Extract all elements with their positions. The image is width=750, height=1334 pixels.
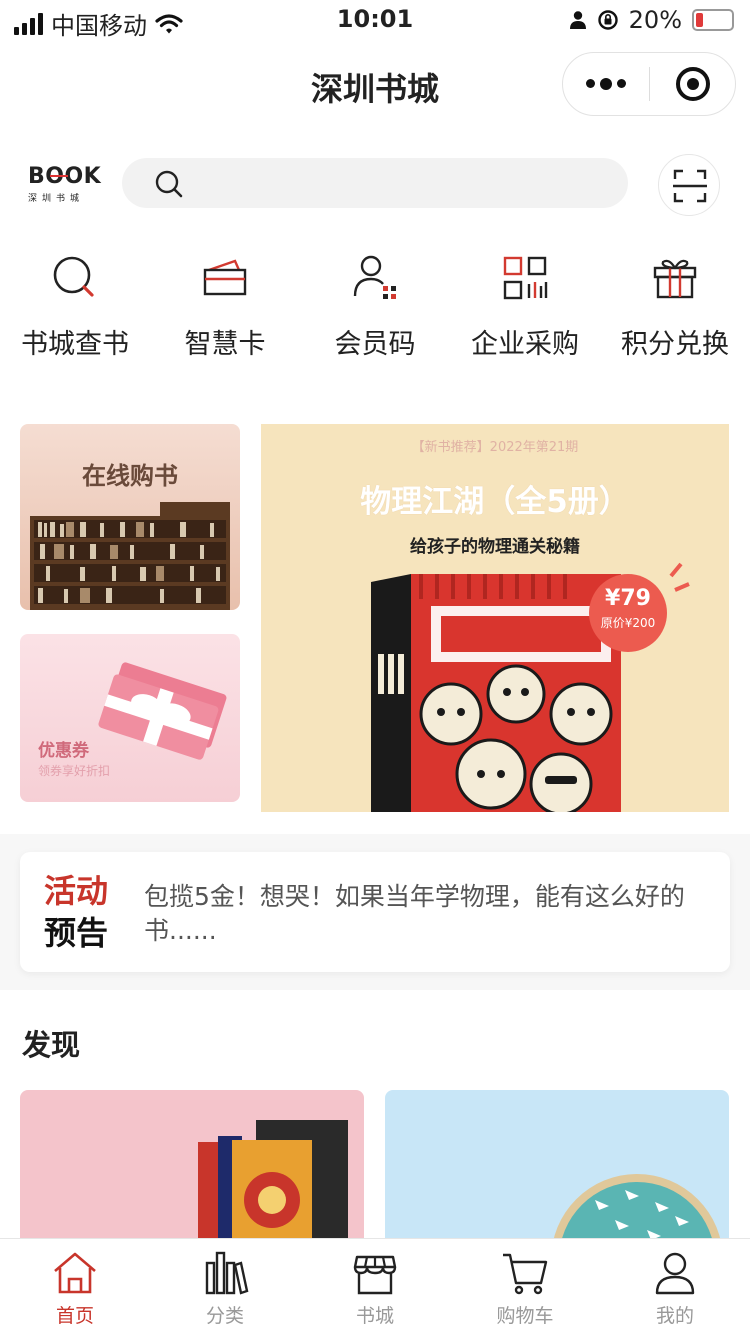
tab-home[interactable]: 首页 [0, 1239, 150, 1334]
quick-nav-enterprise-purchase[interactable]: 企业采购 [450, 236, 600, 394]
store-icon [353, 1255, 397, 1295]
book-set-image [198, 1120, 348, 1250]
search-row: BOOK 深圳书城 [0, 128, 750, 236]
discover-card[interactable] [20, 1090, 364, 1250]
sale-price: ¥79 [605, 586, 651, 611]
book-banner[interactable]: 【新书推荐】2022年第21期 物理江湖（全5册） 给孩子的物理通关秘籍 ¥79… [261, 424, 729, 812]
person-icon [569, 11, 586, 29]
enterprise-purchase-icon [503, 256, 548, 300]
gift-icon [653, 259, 697, 299]
card-icon [203, 259, 247, 296]
search-book-icon [53, 256, 94, 297]
quick-nav: 书城查书 智慧卡 会员码 企业采购 积分兑换 [0, 236, 750, 394]
promo-section: 在线购书 优惠券 领券享好折扣 【新书推荐】2022年第21期 物理江湖（全5册… [0, 394, 750, 834]
quick-nav-label: 智慧卡 [184, 329, 266, 360]
battery-percent: 20% [628, 6, 682, 34]
original-price: 原价¥200 [600, 616, 656, 630]
quick-nav-label: 企业采购 [471, 329, 579, 360]
close-button[interactable] [650, 67, 735, 101]
tab-profile[interactable]: 我的 [600, 1239, 750, 1334]
activity-tag-line1: 活动 [44, 872, 109, 910]
tab-label: 购物车 [496, 1305, 554, 1327]
more-button[interactable] [563, 77, 649, 90]
quick-nav-smart-card[interactable]: 智慧卡 [150, 236, 300, 394]
activity-text: 包揽5金！想哭！如果当年学物理，能有这么好的书...... [144, 882, 685, 945]
title-bar: 深圳书城 [0, 42, 750, 128]
cart-icon [503, 1253, 548, 1295]
crane-embroidery-image [551, 1174, 723, 1250]
coupon-subtitle: 领券享好折扣 [38, 764, 111, 778]
tab-label: 我的 [655, 1305, 694, 1327]
tab-bar: 首页 分类 书城 购物车 我的 [0, 1238, 750, 1334]
tab-label: 分类 [205, 1305, 244, 1327]
battery-icon [692, 9, 734, 31]
quick-nav-member-code[interactable]: 会员码 [300, 236, 450, 394]
discover-section: 发现 [0, 990, 750, 1250]
coupon-card[interactable]: 优惠券 领券享好折扣 [20, 634, 240, 802]
logo-text: BOOK [28, 164, 102, 189]
rotation-lock-icon [597, 10, 618, 30]
price-badge: ¥79 原价¥200 [589, 574, 667, 652]
book-logo: BOOK 深圳书城 [28, 164, 102, 204]
tab-store[interactable]: 书城 [300, 1239, 450, 1334]
search-input[interactable] [122, 158, 628, 208]
quick-nav-label: 书城查书 [21, 329, 129, 360]
profile-icon [655, 1252, 695, 1295]
coupon-title: 优惠券 [38, 741, 89, 761]
home-icon [54, 1252, 96, 1294]
tab-label: 首页 [55, 1305, 94, 1327]
status-bar: 中国移动 10:01 20% [0, 0, 750, 42]
activity-notice[interactable]: 活动 预告 包揽5金！想哭！如果当年学物理，能有这么好的书...... [20, 852, 730, 972]
bookshelf-image [30, 502, 230, 610]
quick-nav-label: 会员码 [334, 329, 416, 360]
tab-category[interactable]: 分类 [150, 1239, 300, 1334]
status-right: 20% [569, 6, 734, 34]
search-icon [155, 170, 183, 198]
activity-tag-line2: 预告 [44, 914, 109, 952]
logo-subtext: 深圳书城 [28, 194, 85, 204]
discover-title: 发现 [22, 1028, 81, 1062]
quick-nav-points-exchange[interactable]: 积分兑换 [600, 236, 750, 394]
scan-icon [673, 169, 707, 203]
quick-nav-search-book[interactable]: 书城查书 [0, 236, 150, 394]
target-icon [675, 67, 710, 101]
mini-program-capsule [562, 52, 736, 116]
discover-card[interactable] [385, 1090, 729, 1250]
tab-label: 书城 [355, 1305, 394, 1327]
activity-tag: 活动 预告 [44, 870, 108, 954]
tab-cart[interactable]: 购物车 [450, 1239, 600, 1334]
online-purchase-card[interactable]: 在线购书 [20, 424, 240, 610]
member-code-icon [353, 255, 396, 299]
scan-button[interactable] [658, 154, 720, 216]
battery-level [696, 13, 703, 27]
category-icon [205, 1251, 249, 1295]
quick-nav-label: 积分兑换 [621, 329, 729, 360]
